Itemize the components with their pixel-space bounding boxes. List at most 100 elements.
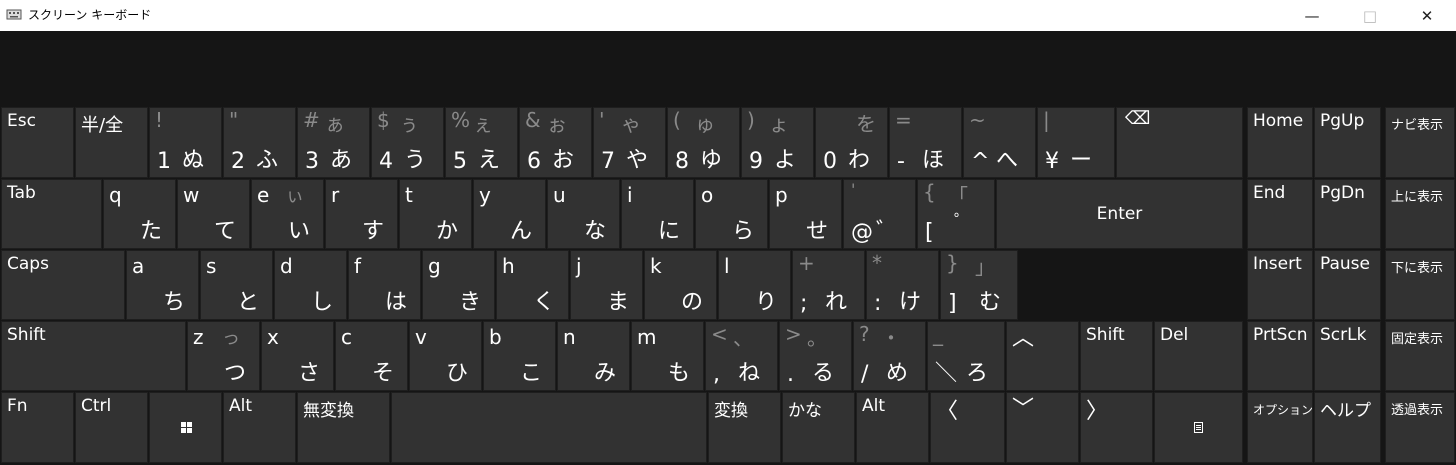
key-at-shift: ': [851, 180, 856, 199]
key-f[interactable]: f は: [348, 250, 421, 320]
left-arrow-key[interactable]: 〈: [930, 392, 1005, 463]
key-r[interactable]: r す: [325, 179, 398, 249]
key-n[interactable]: n み: [557, 321, 630, 391]
key-a[interactable]: a ち: [126, 250, 199, 320]
pause-key[interactable]: Pause: [1314, 250, 1381, 320]
down-arrow-key[interactable]: ﹀: [1006, 392, 1079, 463]
key-2[interactable]: " 2 ふ: [223, 107, 296, 178]
insert-key[interactable]: Insert: [1247, 250, 1313, 320]
key-colon[interactable]: * : け: [866, 250, 939, 320]
key-backslash[interactable]: _ ＼ ろ: [927, 321, 1005, 391]
key-8[interactable]: ( ゅ 8 ゆ: [667, 107, 740, 178]
muhenkan-key[interactable]: 無変換: [297, 392, 390, 463]
key-t[interactable]: t か: [399, 179, 472, 249]
close-button[interactable]: ✕: [1398, 0, 1456, 31]
navi-key[interactable]: ナビ表示: [1385, 107, 1455, 178]
key-e[interactable]: e ぃ い: [251, 179, 324, 249]
shift-left-key[interactable]: Shift: [1, 321, 186, 391]
key-v[interactable]: v ひ: [409, 321, 482, 391]
key-caret[interactable]: ~ ^ へ: [963, 107, 1036, 178]
pgup-key[interactable]: PgUp: [1314, 107, 1381, 178]
shift-right-key[interactable]: Shift: [1080, 321, 1153, 391]
key-c[interactable]: c そ: [335, 321, 408, 391]
key-y-main: y: [479, 183, 491, 207]
kotei-label: 固定表示: [1391, 332, 1444, 347]
backspace-key[interactable]: ⌫: [1116, 107, 1243, 178]
key-6[interactable]: & ぉ 6 お: [519, 107, 592, 178]
right-arrow-key[interactable]: 〉: [1080, 392, 1153, 463]
key-i[interactable]: i に: [621, 179, 694, 249]
key-period[interactable]: > 。 . る: [779, 321, 852, 391]
home-label: Home: [1253, 111, 1304, 131]
key-1[interactable]: ! 1 ぬ: [149, 107, 222, 178]
key-q[interactable]: q た: [103, 179, 176, 249]
del-key[interactable]: Del: [1154, 321, 1243, 391]
tab-key[interactable]: Tab: [1, 179, 102, 249]
key-l[interactable]: l り: [718, 250, 791, 320]
key-4-main: 4: [379, 149, 393, 174]
home-key[interactable]: Home: [1247, 107, 1313, 178]
key-rbracket[interactable]: } 」 ] む: [940, 250, 1018, 320]
kana-key[interactable]: かな: [782, 392, 855, 463]
key-3-main: 3: [305, 149, 319, 174]
key-comma[interactable]: < 、 , ね: [705, 321, 778, 391]
space-key[interactable]: [391, 392, 707, 463]
maximize-button[interactable]: □: [1341, 0, 1399, 31]
touka-key[interactable]: 透過表示: [1385, 392, 1455, 463]
key-d-kana: し: [310, 290, 333, 315]
scrlk-key[interactable]: ScrLk: [1314, 321, 1381, 391]
key-h[interactable]: h く: [496, 250, 569, 320]
kotei-key[interactable]: 固定表示: [1385, 321, 1455, 391]
option-key[interactable]: オプション: [1247, 392, 1313, 463]
key-m[interactable]: m も: [631, 321, 704, 391]
end-key[interactable]: End: [1247, 179, 1313, 249]
key-u-main: u: [553, 183, 566, 207]
menu-key[interactable]: [1154, 392, 1243, 463]
shita-key[interactable]: 下に表示: [1385, 250, 1455, 320]
fn-key[interactable]: Fn: [1, 392, 74, 463]
help-key[interactable]: ヘルプ: [1314, 392, 1381, 463]
down-arrow-icon: ﹀: [1012, 397, 1035, 422]
key-g[interactable]: g き: [422, 250, 495, 320]
key-k[interactable]: k の: [644, 250, 717, 320]
caps-key[interactable]: Caps: [1, 250, 125, 320]
up-arrow-key[interactable]: ︿: [1006, 321, 1079, 391]
enter-key[interactable]: Enter: [996, 179, 1243, 249]
key-s[interactable]: s と: [200, 250, 273, 320]
key-j[interactable]: j ま: [570, 250, 643, 320]
key-minus[interactable]: = - ほ: [889, 107, 962, 178]
key-7[interactable]: ' ゃ 7 や: [593, 107, 666, 178]
key-5[interactable]: % ぇ 5 え: [445, 107, 518, 178]
key-0[interactable]: を 0 わ: [815, 107, 888, 178]
key-d[interactable]: d し: [274, 250, 347, 320]
key-p[interactable]: p せ: [769, 179, 842, 249]
key-3[interactable]: # ぁ 3 あ: [297, 107, 370, 178]
key-w[interactable]: w て: [177, 179, 250, 249]
key-y[interactable]: y ん: [473, 179, 546, 249]
alt-right-key[interactable]: Alt: [856, 392, 929, 463]
key-o[interactable]: o ら: [695, 179, 768, 249]
navi-label: ナビ表示: [1391, 118, 1444, 133]
key-4[interactable]: $ ぅ 4 う: [371, 107, 444, 178]
key-lbracket[interactable]: { 「 [ ゜: [917, 179, 995, 249]
ue-key[interactable]: 上に表示: [1385, 179, 1455, 249]
hankaku-key[interactable]: 半/全: [75, 107, 148, 178]
prtscn-key[interactable]: PrtScn: [1247, 321, 1313, 391]
alt-left-key[interactable]: Alt: [223, 392, 296, 463]
key-z[interactable]: z っ つ: [187, 321, 260, 391]
windows-key[interactable]: [149, 392, 222, 463]
key-4-shift: $: [377, 108, 390, 132]
key-u[interactable]: u な: [547, 179, 620, 249]
key-semicolon[interactable]: + ; れ: [792, 250, 865, 320]
pgdn-key[interactable]: PgDn: [1314, 179, 1381, 249]
henkan-key[interactable]: 変換: [708, 392, 781, 463]
key-slash[interactable]: ? ・ / め: [853, 321, 926, 391]
minimize-button[interactable]: —: [1283, 0, 1341, 31]
key-at[interactable]: ' @ ゛: [843, 179, 916, 249]
key-b[interactable]: b こ: [483, 321, 556, 391]
ctrl-key[interactable]: Ctrl: [75, 392, 148, 463]
key-yen[interactable]: | ¥ ー: [1037, 107, 1115, 178]
key-x[interactable]: x さ: [261, 321, 334, 391]
key-9[interactable]: ) ょ 9 よ: [741, 107, 814, 178]
esc-key[interactable]: Esc: [1, 107, 74, 178]
